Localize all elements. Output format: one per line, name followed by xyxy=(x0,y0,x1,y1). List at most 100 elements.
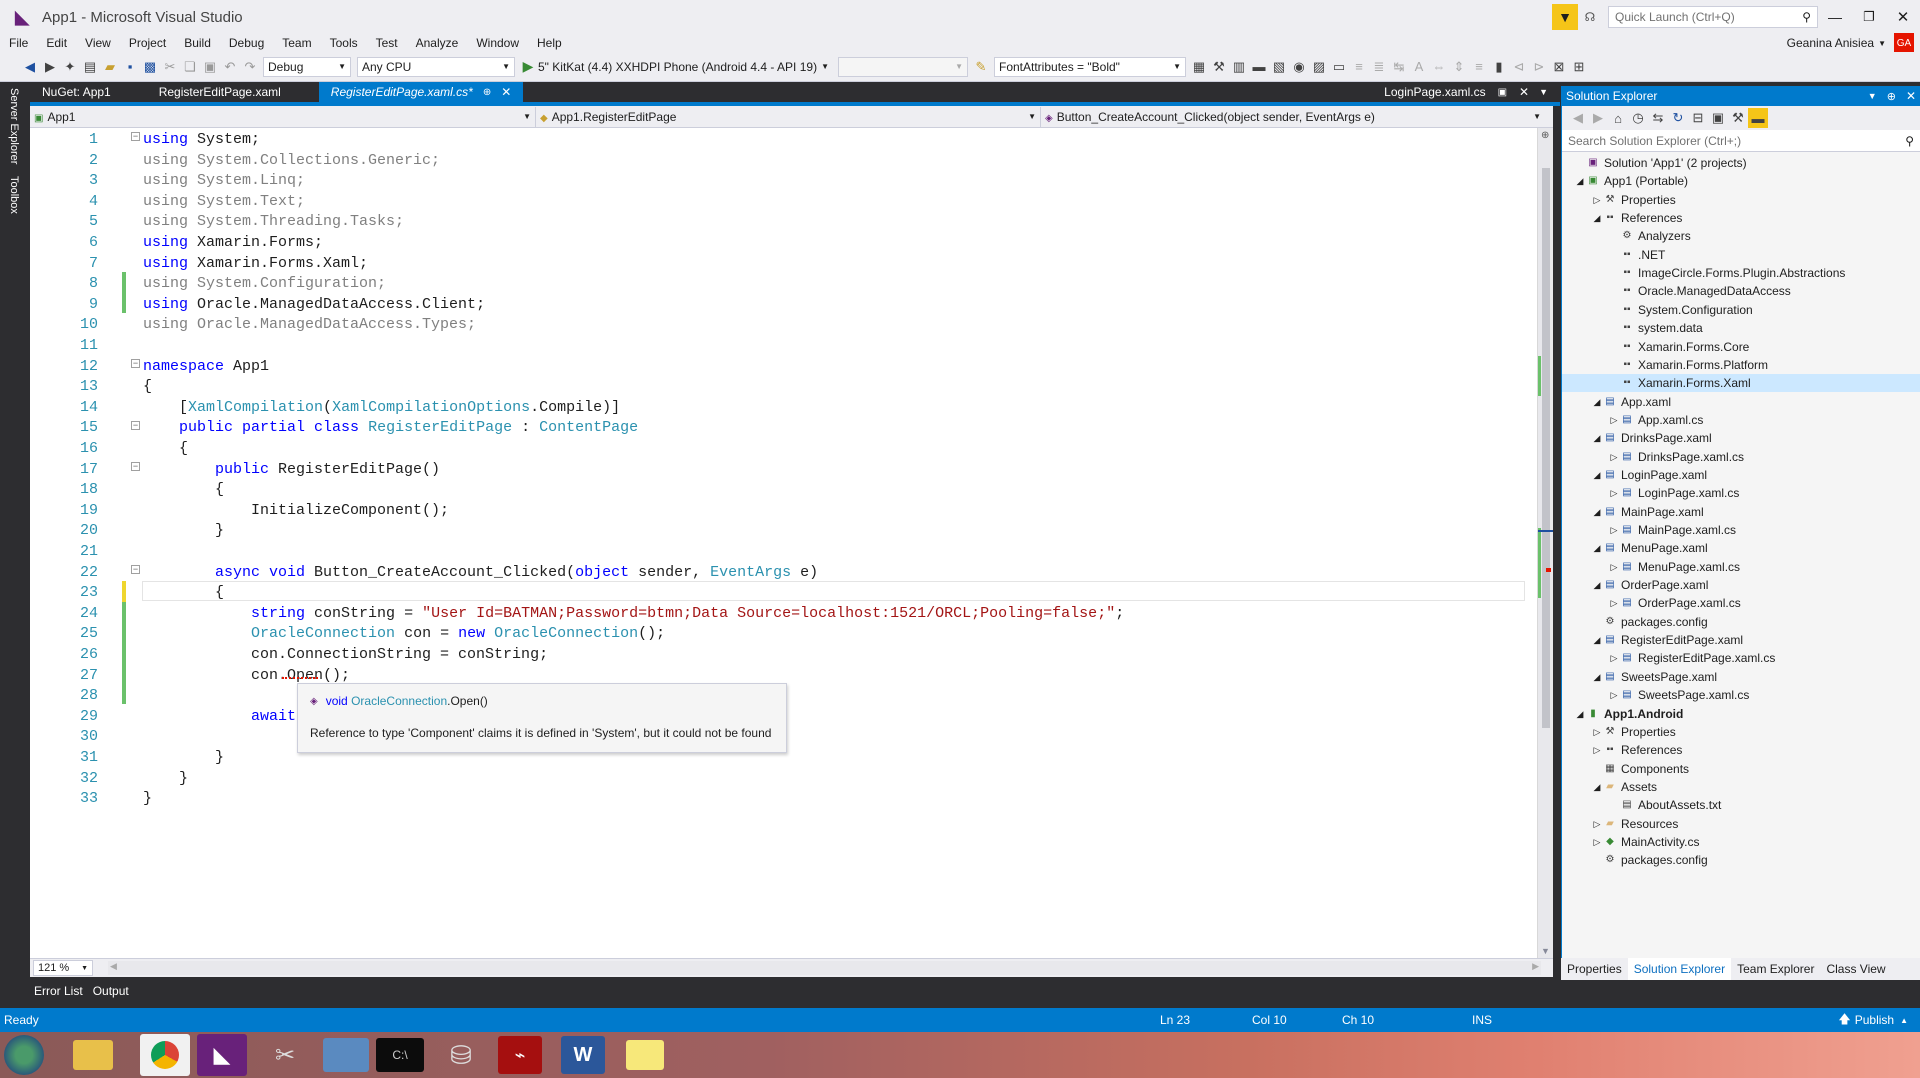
toolbar-tool-icon[interactable]: A xyxy=(1409,57,1429,77)
tree-item[interactable]: ⚙ packages.config xyxy=(1591,613,1708,631)
tree-item[interactable]: ▪▪ .NET xyxy=(1608,246,1665,264)
collapse-icon[interactable]: − xyxy=(131,565,140,574)
code-line[interactable]: 4 using System.Text; xyxy=(30,192,1553,213)
menu-edit[interactable]: Edit xyxy=(37,36,76,50)
menu-analyze[interactable]: Analyze xyxy=(407,36,468,50)
tab-nuget-app1[interactable]: NuGet: App1 xyxy=(30,82,123,102)
avatar[interactable]: GA xyxy=(1894,33,1914,53)
toolbar-tool-icon[interactable]: ≣ xyxy=(1369,57,1389,77)
toolbar-tool-icon[interactable]: ▬ xyxy=(1249,57,1269,77)
tree-item[interactable]: ▷ ▰ Resources xyxy=(1591,815,1679,833)
tree-item[interactable]: ◢ ▣ App1 (Portable) xyxy=(1574,172,1689,190)
zoom-select[interactable]: 121 % ▼ xyxy=(33,960,93,976)
tree-item[interactable]: ▪▪ Xamarin.Forms.Xaml xyxy=(1562,374,1920,393)
tree-item[interactable]: ◢ ▤ DrinksPage.xaml xyxy=(1591,429,1712,447)
tree-item[interactable]: ◢ ▤ OrderPage.xaml xyxy=(1591,576,1709,594)
code-line[interactable]: 16 { xyxy=(30,439,1553,460)
tree-item[interactable]: ⚙ Analyzers xyxy=(1608,227,1691,245)
code-line[interactable]: 17 public RegisterEditPage() xyxy=(30,460,1553,481)
vertical-scrollbar[interactable]: ⊕ ▼ xyxy=(1537,128,1553,958)
code-line[interactable]: 30 xyxy=(30,727,1553,748)
tab-error-list[interactable]: Error List xyxy=(30,984,87,998)
code-line[interactable]: 9 using Oracle.ManagedDataAccess.Client; xyxy=(30,295,1553,316)
tree-item[interactable]: ▷ ▤ DrinksPage.xaml.cs xyxy=(1608,448,1745,466)
collapsed-caret-icon[interactable]: ▷ xyxy=(1608,558,1620,576)
snipping-tool-icon[interactable]: ✂ xyxy=(254,1034,316,1076)
expanded-caret-icon[interactable]: ◢ xyxy=(1591,209,1603,227)
collapsed-caret-icon[interactable]: ▷ xyxy=(1608,411,1620,429)
database-icon[interactable]: ⛁ xyxy=(431,1034,491,1076)
menu-debug[interactable]: Debug xyxy=(220,36,273,50)
code-line[interactable]: 32 } xyxy=(30,769,1553,790)
file-explorer-icon[interactable] xyxy=(73,1040,113,1070)
sticky-notes-icon[interactable] xyxy=(626,1040,664,1070)
expanded-caret-icon[interactable]: ◢ xyxy=(1591,539,1603,557)
code-line[interactable]: 12 namespace App1 xyxy=(30,357,1553,378)
toolbar-tool-icon[interactable]: ⊲ xyxy=(1509,57,1529,77)
run-target-button[interactable]: 5" KitKat (4.4) XXHDPI Phone (Android 4.… xyxy=(538,60,817,74)
property-value-select[interactable]: FontAttributes = "Bold" ▼ xyxy=(994,56,1186,77)
class-dropdown[interactable]: ◆ App1.RegisterEditPage ▼ xyxy=(535,106,1040,127)
tree-item[interactable]: ⚙ packages.config xyxy=(1591,851,1708,869)
code-line[interactable]: 11 xyxy=(30,336,1553,357)
tree-item[interactable]: ◢ ▰ Assets xyxy=(1591,778,1657,796)
undo-icon[interactable]: ↶ xyxy=(220,57,240,77)
menu-file[interactable]: File xyxy=(0,36,37,50)
tree-item[interactable]: ▷ ▤ SweetsPage.xaml.cs xyxy=(1608,686,1750,704)
scroll-down-arrow-icon[interactable]: ▼ xyxy=(1541,946,1550,956)
expanded-caret-icon[interactable]: ◢ xyxy=(1591,393,1603,411)
menu-view[interactable]: View xyxy=(76,36,120,50)
tree-item[interactable]: ◢ ▪▪ References xyxy=(1591,209,1683,227)
expanded-caret-icon[interactable]: ◢ xyxy=(1574,172,1586,190)
collapsed-caret-icon[interactable]: ▷ xyxy=(1608,484,1620,502)
code-line[interactable]: 6 using Xamarin.Forms; xyxy=(30,233,1553,254)
menu-project[interactable]: Project xyxy=(120,36,175,50)
expanded-caret-icon[interactable]: ◢ xyxy=(1591,778,1603,796)
tree-item[interactable]: ▪▪ Xamarin.Forms.Platform xyxy=(1608,356,1768,374)
expanded-caret-icon[interactable]: ◢ xyxy=(1591,668,1603,686)
collapsed-caret-icon[interactable]: ▷ xyxy=(1608,649,1620,667)
solution-config-select[interactable]: Debug ▼ xyxy=(263,56,351,77)
toolbox-tab[interactable]: Toolbox xyxy=(8,176,20,214)
acrobat-icon[interactable]: ⌁ xyxy=(498,1036,542,1074)
back-arrow-icon[interactable]: ◀ xyxy=(20,57,40,77)
tree-item[interactable]: ◢ ▤ SweetsPage.xaml xyxy=(1591,668,1718,686)
server-explorer-tab[interactable]: Server Explorer xyxy=(8,88,20,164)
collapse-icon[interactable]: − xyxy=(131,132,140,141)
tree-item[interactable]: ▦ Components xyxy=(1591,760,1689,778)
new-project-icon[interactable]: ✦ xyxy=(60,57,80,77)
tab-output[interactable]: Output xyxy=(87,984,135,998)
code-line[interactable]: 27 con.Open(); xyxy=(30,666,1553,687)
scroll-left-arrow-icon[interactable]: ◀ xyxy=(110,961,117,972)
forward-arrow-icon[interactable]: ▶ xyxy=(40,57,60,77)
tab-registereditpage-xaml-cs[interactable]: RegisterEditPage.xaml.cs* ⊕ ✕ xyxy=(318,82,524,102)
collapsed-caret-icon[interactable]: ▷ xyxy=(1608,448,1620,466)
sync-icon[interactable]: ⇆ xyxy=(1648,108,1668,128)
user-name[interactable]: Geanina Anisiea xyxy=(1787,36,1874,50)
collapse-icon[interactable]: − xyxy=(131,462,140,471)
toolbar-tool-icon[interactable]: ▭ xyxy=(1329,57,1349,77)
remote-desktop-icon[interactable] xyxy=(323,1038,369,1072)
debug-target-select[interactable]: ▼ xyxy=(838,56,968,77)
toolbar-tool-icon[interactable]: ≡ xyxy=(1469,57,1489,77)
code-line[interactable]: 31 } xyxy=(30,748,1553,769)
member-dropdown[interactable]: ◈ Button_CreateAccount_Clicked(object sen… xyxy=(1040,106,1545,127)
menu-team[interactable]: Team xyxy=(273,36,320,50)
preview-icon[interactable]: ▬ xyxy=(1748,108,1768,128)
toolbar-tool-icon[interactable]: ◉ xyxy=(1289,57,1309,77)
tree-item[interactable]: ▪▪ system.data xyxy=(1608,319,1702,337)
tree-item[interactable]: ▷ ▤ MenuPage.xaml.cs xyxy=(1608,558,1741,576)
cut-icon[interactable]: ✂ xyxy=(160,57,180,77)
properties-wrench-icon[interactable]: ⚒ xyxy=(1728,108,1748,128)
tree-item[interactable]: ▷ ▤ OrderPage.xaml.cs xyxy=(1608,594,1741,612)
tree-item[interactable]: ▤ AboutAssets.txt xyxy=(1608,796,1721,814)
tree-item[interactable]: ◢ ▤ LoginPage.xaml xyxy=(1591,466,1708,484)
code-line[interactable]: 2 using System.Collections.Generic; xyxy=(30,151,1553,172)
pin-icon[interactable]: ⊕ xyxy=(483,87,491,98)
solution-search-input[interactable]: Search Solution Explorer (Ctrl+;) ⚲ xyxy=(1562,130,1920,152)
tree-item[interactable]: ◢ ▮ App1.Android xyxy=(1574,705,1684,723)
tree-item[interactable]: ▷ ◆ MainActivity.cs xyxy=(1591,833,1700,851)
scroll-right-arrow-icon[interactable]: ▶ xyxy=(1532,961,1539,972)
code-line[interactable]: 15 public partial class RegisterEditPage… xyxy=(30,418,1553,439)
solution-platform-select[interactable]: Any CPU ▼ xyxy=(357,56,515,77)
